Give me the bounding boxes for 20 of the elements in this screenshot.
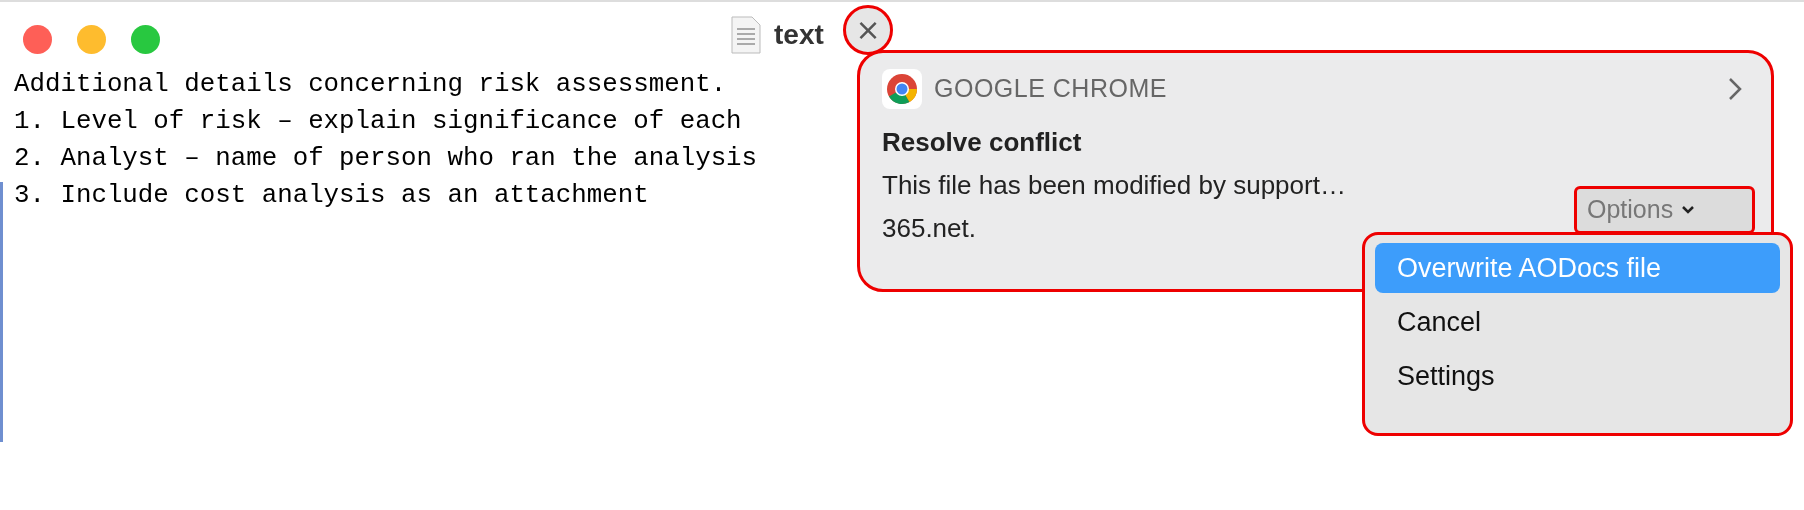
- text-line: 1. Level of risk – explain significance of each: [14, 106, 742, 138]
- options-button[interactable]: Options: [1574, 186, 1755, 234]
- menu-item[interactable]: Settings: [1375, 351, 1780, 401]
- app-name: GOOGLE CHROME: [934, 73, 1167, 105]
- text-line: Additional details concerning risk assessment.: [14, 69, 727, 101]
- notification-message: This file has been modified by support…: [882, 169, 1346, 202]
- chevron-right-icon[interactable]: [1727, 76, 1743, 102]
- document-icon: [730, 16, 762, 54]
- menu-item[interactable]: Cancel: [1375, 297, 1780, 347]
- text-line: 3. Include cost analysis as an attachment: [14, 180, 649, 212]
- notification-title: Resolve conflict: [882, 126, 1083, 159]
- window-title: text: [774, 19, 824, 51]
- text-line: 2. Analyst – name of person who ran the analysis: [14, 143, 758, 175]
- chevron-down-icon: [1681, 205, 1696, 215]
- minimize-window-button[interactable]: [77, 24, 106, 54]
- close-window-button[interactable]: [23, 24, 52, 54]
- close-button[interactable]: ×: [843, 5, 893, 55]
- browser-icon: [882, 69, 922, 109]
- zoom-window-button[interactable]: [131, 24, 160, 54]
- notification-message: 365.net.: [882, 212, 976, 245]
